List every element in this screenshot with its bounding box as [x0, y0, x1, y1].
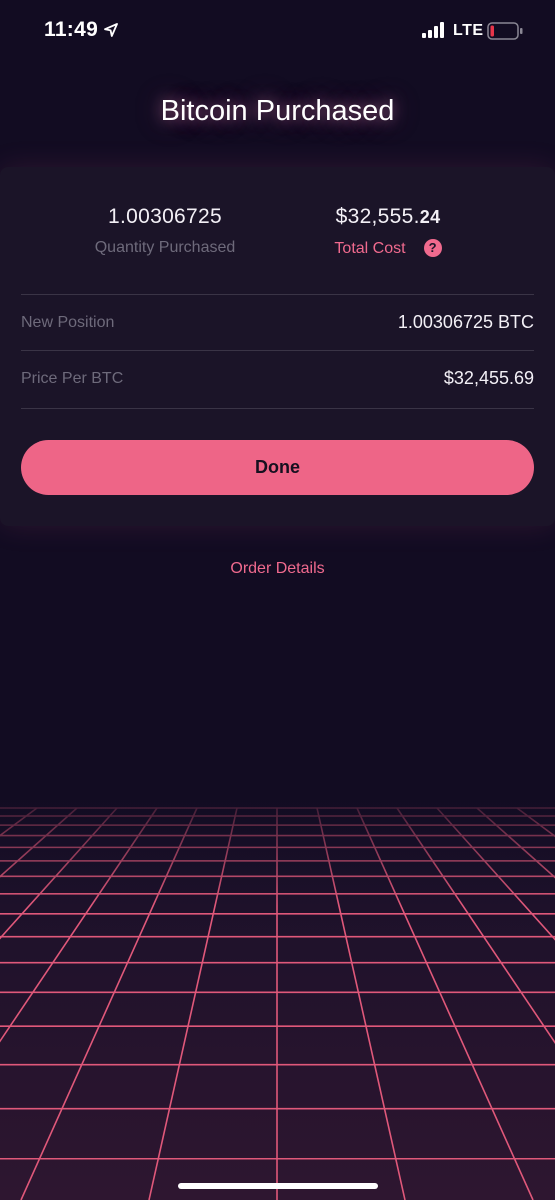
new-position-value: 1.00306725 BTC [397, 312, 534, 332]
quantity-summary: 1.00306725 Quantity Purchased [40, 205, 290, 257]
network-label: LTE [453, 22, 484, 39]
help-icon[interactable]: ? [423, 239, 442, 257]
order-details-link[interactable]: Order Details [0, 560, 555, 578]
quantity-label: Quantity Purchased [94, 239, 236, 256]
page-title: Bitcoin Purchased [160, 95, 395, 127]
total-cost-cents: 24 [419, 207, 441, 227]
signal-icon [422, 22, 444, 38]
location-arrow-icon [104, 23, 118, 37]
done-button[interactable]: Done [21, 440, 534, 495]
purchase-summary-card: 1.00306725 Quantity Purchased $32,555.24… [0, 167, 555, 526]
price-per-btc-label: Price Per BTC [21, 370, 124, 387]
detail-row-new-position: New Position 1.00306725 BTC [21, 295, 534, 351]
total-cost-main: $32,555. [335, 205, 420, 228]
detail-row-price-per-btc: Price Per BTC $32,455.69 [21, 351, 534, 407]
total-cost-label-row: Total Cost? [263, 239, 513, 258]
battery-icon [487, 22, 523, 40]
status-time: 11:49 [44, 18, 99, 41]
neon-grid-decoration [0, 780, 555, 1200]
price-per-btc-value: $32,455.69 [443, 368, 534, 388]
divider [21, 408, 534, 409]
total-cost-label: Total Cost [334, 240, 406, 257]
new-position-label: New Position [21, 314, 115, 331]
total-cost-value: $32,555.24 [263, 205, 513, 229]
quantity-value: 1.00306725 [108, 205, 222, 228]
home-indicator [178, 1183, 378, 1189]
status-bar: 11:49 LTE [0, 0, 555, 64]
total-cost-summary: $32,555.24 Total Cost? [263, 205, 513, 258]
